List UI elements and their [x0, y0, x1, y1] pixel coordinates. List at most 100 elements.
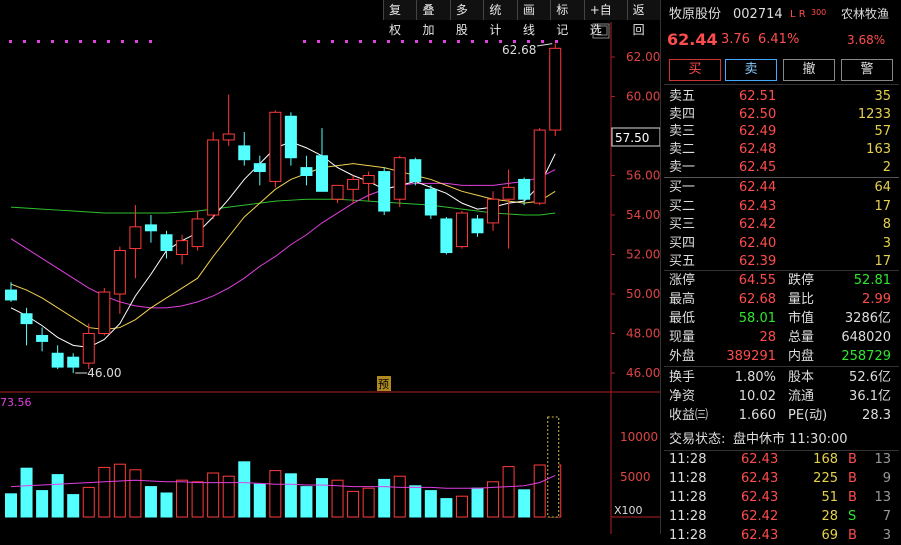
tick-row: 11:28 62.42 28 S 7 — [661, 507, 901, 526]
tick-volume: 225 — [813, 471, 838, 486]
stat-label-limit_down: 跌停 — [788, 273, 815, 288]
bid-row[interactable]: 买五 62.39 17 — [661, 253, 901, 271]
price-change-pct: 6.41% — [758, 32, 800, 47]
bid-label: 买二 — [669, 198, 696, 214]
stat-value-shares: 52.6亿 — [849, 370, 891, 385]
mark-button[interactable]: 标记 — [550, 0, 583, 37]
stat-label-inner: 内盘 — [788, 349, 815, 364]
indicator-dot — [93, 40, 96, 43]
volume-bar — [393, 475, 406, 518]
statistics-button[interactable]: 统计 — [483, 0, 516, 37]
ask-label: 卖二 — [669, 142, 696, 158]
candle-body — [518, 178, 531, 200]
stat-row: 净资 10.02 流通 36.1亿 — [661, 387, 901, 406]
alert-button[interactable]: 警 — [841, 59, 893, 81]
candle-body — [129, 226, 142, 250]
ask-price: 62.50 — [739, 106, 777, 122]
candle-body — [549, 47, 562, 131]
stock-tag-sup: 300 — [811, 8, 827, 17]
candle-body — [471, 218, 484, 234]
stat-value-vol_ratio: 2.99 — [862, 292, 891, 307]
kline-chart[interactable]: 62.0060.0058.0056.0054.0052.0050.0048.00… — [0, 0, 660, 534]
stat-label-low: 最低 — [669, 311, 696, 326]
bid-row[interactable]: 买二 62.43 17 — [661, 198, 901, 216]
back-button[interactable]: 返回 — [626, 0, 660, 37]
bid-price: 62.39 — [739, 254, 777, 269]
indicator-dot — [359, 40, 362, 43]
forecast-marker: 预 — [378, 378, 389, 391]
stat-label-limit_up: 涨停 — [669, 273, 696, 288]
volume-bar — [440, 498, 453, 518]
indicator-dot — [555, 40, 558, 43]
ask-row[interactable]: 卖一 62.45 2 — [661, 159, 901, 177]
indicator-dot — [317, 40, 320, 43]
bid-volume: 17 — [874, 198, 891, 214]
tick-bs: B — [848, 452, 857, 467]
ask-row[interactable]: 卖三 62.49 57 — [661, 123, 901, 141]
ask-row[interactable]: 卖五 62.51 35 — [661, 88, 901, 106]
stat-row: 现量 28 总量 648020 — [661, 328, 901, 347]
stat-value-now_vol: 28 — [759, 330, 776, 345]
bid-row[interactable]: 买三 62.42 8 — [661, 216, 901, 234]
candle-body — [424, 188, 437, 216]
volume-bar — [36, 490, 49, 518]
ask-volume: 2 — [882, 159, 891, 175]
candle-body — [378, 171, 391, 212]
stat-value-turnover: 1.80% — [734, 370, 776, 385]
stat-value-pe: 28.3 — [862, 408, 891, 423]
current-price-tag: 57.50 — [615, 131, 649, 145]
indicator-dot — [37, 40, 40, 43]
ask-volume: 163 — [866, 142, 891, 158]
bid-volume: 3 — [882, 235, 891, 251]
restore-rights-button[interactable]: 复权 — [383, 0, 416, 37]
indicator-dot — [149, 40, 152, 43]
bid-row[interactable]: 买四 62.40 3 — [661, 235, 901, 253]
stat-value-total_vol: 648020 — [841, 330, 891, 345]
add-watchlist-button[interactable]: +自选 — [583, 0, 627, 37]
stat-value-low: 58.01 — [738, 311, 776, 326]
overlay-button[interactable]: 叠加 — [416, 0, 449, 37]
candle-body — [222, 133, 235, 141]
volume-bar — [67, 494, 80, 518]
multi-stock-button[interactable]: 多股 — [449, 0, 483, 37]
ask-volume: 35 — [874, 89, 891, 104]
ma10-line — [10, 163, 556, 331]
bid-price: 62.42 — [739, 217, 777, 232]
price-axis-label: 62.00 — [626, 50, 660, 64]
ask-label: 卖四 — [669, 106, 696, 122]
buy-button[interactable]: 买 — [669, 59, 721, 81]
indicator-dot — [387, 40, 390, 43]
volume-bar — [51, 474, 64, 518]
chart-toolbar: 复权 叠加 多股 统计 画线 标记 +自选 返回 — [383, 0, 660, 37]
draw-line-button[interactable]: 画线 — [516, 0, 550, 37]
indicator-dot — [401, 40, 404, 43]
volume-bar — [129, 469, 142, 518]
volume-bar — [502, 466, 515, 518]
indicator-dot — [121, 40, 124, 43]
candle-body — [207, 139, 220, 216]
sector-name[interactable]: 农林牧渔 — [841, 5, 889, 24]
tick-volume: 28 — [821, 509, 838, 524]
trade-status: 交易状态: 盘中休市 11:30:00 — [661, 430, 901, 449]
bid-row[interactable]: 买一 62.44 64 — [661, 179, 901, 197]
stat-value-limit_down: 52.81 — [853, 273, 891, 288]
indicator-dot — [541, 40, 544, 43]
indicator-dot — [415, 40, 418, 43]
candle-body — [284, 115, 297, 159]
candle-body — [160, 234, 173, 252]
volume-bar — [518, 489, 531, 518]
volume-bar — [5, 493, 17, 518]
candle-body — [393, 157, 406, 200]
ask-row[interactable]: 卖四 62.50 1233 — [661, 106, 901, 124]
cancel-button[interactable]: 撤 — [783, 59, 835, 81]
sell-button[interactable]: 卖 — [725, 59, 777, 81]
price-axis-label: 54.00 — [626, 208, 660, 222]
tick-volume: 51 — [821, 490, 838, 505]
ask-price: 62.51 — [739, 89, 777, 104]
stat-label-now_vol: 现量 — [669, 330, 696, 345]
kline-chart-area[interactable]: 62.0060.0058.0056.0054.0052.0050.0048.00… — [0, 0, 660, 534]
candle-body — [5, 289, 17, 301]
tick-time: 11:28 — [669, 509, 707, 524]
ask-label: 卖三 — [669, 124, 696, 140]
ask-row[interactable]: 卖二 62.48 163 — [661, 141, 901, 159]
